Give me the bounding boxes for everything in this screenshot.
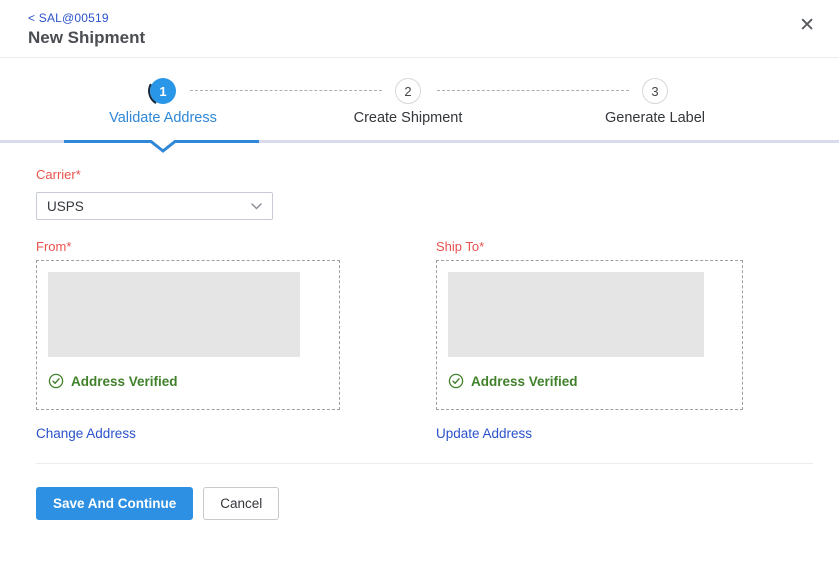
step-connector [190, 90, 382, 91]
active-tab-indicator [64, 140, 259, 154]
change-address-link[interactable]: Change Address [36, 426, 340, 441]
from-verified-row: Address Verified [48, 373, 328, 389]
save-and-continue-button[interactable]: Save And Continue [36, 487, 193, 520]
from-section: From* Address Verified Change Address [36, 239, 340, 441]
chevron-down-icon [251, 203, 262, 210]
check-circle-icon [448, 373, 464, 389]
ship-to-section: Ship To* Address Verified Update Address [436, 239, 743, 441]
step-connector [437, 90, 629, 91]
step-1-circle[interactable]: 1 [150, 78, 176, 104]
update-address-link[interactable]: Update Address [436, 426, 743, 441]
carrier-select[interactable]: USPS [36, 192, 273, 220]
tab-create-shipment[interactable]: Create Shipment [298, 110, 518, 126]
ship-to-address-box: Address Verified [436, 260, 743, 410]
tab-generate-label[interactable]: Generate Label [545, 110, 765, 126]
step-3-circle[interactable]: 3 [642, 78, 668, 104]
address-row: From* Address Verified Change Address Sh… [36, 239, 813, 441]
carrier-selected-value: USPS [47, 199, 84, 214]
ship-to-verified-row: Address Verified [448, 373, 731, 389]
ship-to-label: Ship To* [436, 239, 743, 254]
cancel-button[interactable]: Cancel [203, 487, 279, 520]
carrier-label: Carrier* [36, 167, 813, 182]
page-title: New Shipment [28, 28, 811, 48]
stepper: 1 2 3 Validate Address Create Shipment G… [0, 58, 839, 140]
close-icon[interactable]: ✕ [799, 16, 815, 35]
from-label: From* [36, 239, 340, 254]
modal-header: < SAL@00519 New Shipment ✕ [0, 0, 839, 58]
check-circle-icon [48, 373, 64, 389]
new-shipment-modal: < SAL@00519 New Shipment ✕ 1 2 3 Validat… [0, 0, 839, 520]
from-address-box: Address Verified [36, 260, 340, 410]
tab-underline [0, 140, 839, 154]
underline-track [0, 140, 64, 143]
step-2-circle[interactable]: 2 [395, 78, 421, 104]
underline-track [259, 140, 839, 143]
footer-buttons: Save And Continue Cancel [0, 464, 839, 520]
tab-validate-address[interactable]: Validate Address [53, 110, 273, 126]
from-address-redacted [48, 272, 300, 357]
ship-to-verified-status: Address Verified [471, 374, 578, 389]
form-content: Carrier* USPS From* Address Verif [0, 154, 839, 441]
ship-to-address-redacted [448, 272, 704, 357]
breadcrumb[interactable]: < SAL@00519 [28, 11, 811, 25]
from-verified-status: Address Verified [71, 374, 178, 389]
